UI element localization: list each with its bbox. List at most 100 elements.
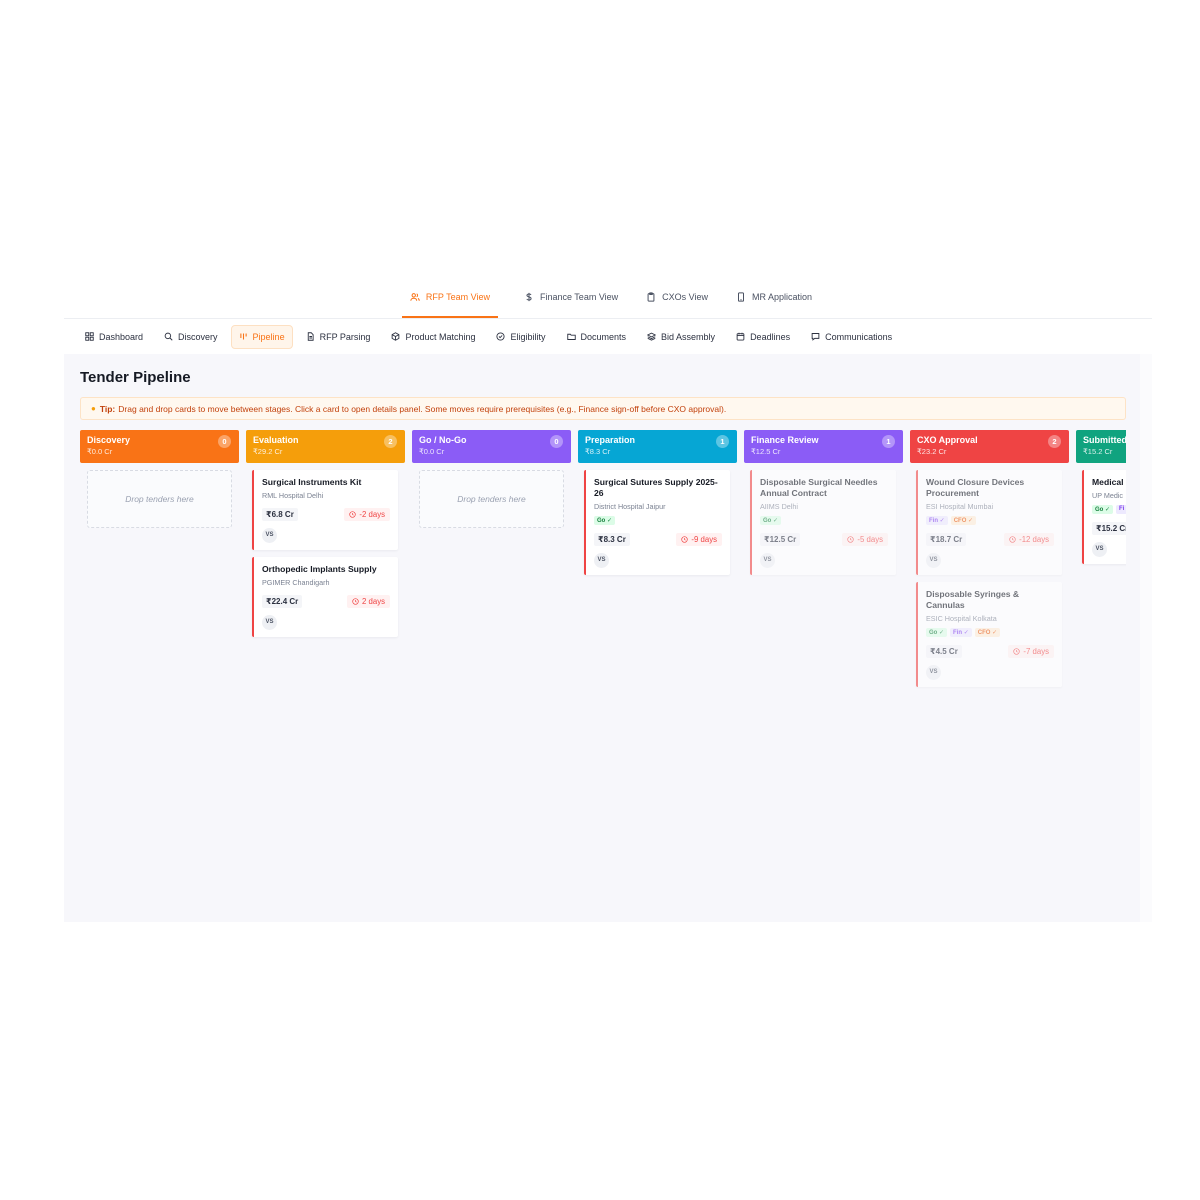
stage-name: Preparation xyxy=(585,435,636,445)
view-tab-finance-team-view[interactable]: Finance Team View xyxy=(522,288,620,318)
tender-card[interactable]: Orthopedic Implants Supply PGIMER Chandig… xyxy=(252,557,398,637)
stage-header: Go / No-Go ₹0.0 Cr 0 xyxy=(412,430,571,463)
clock-icon xyxy=(1009,536,1016,543)
stage-header: Submitted₹15.2 Cr1 xyxy=(1076,430,1126,463)
view-tab-label: Finance Team View xyxy=(539,292,619,302)
view-tab-rfp-team-view[interactable]: RFP Team View xyxy=(401,288,498,318)
kanban-board: Discovery ₹0.0 Cr 0 Drop tenders here Evalua… xyxy=(80,430,1126,687)
stage-count-badge: 1 xyxy=(716,435,729,448)
deadline-badge: -12 days xyxy=(1004,533,1054,546)
message-icon xyxy=(811,332,820,341)
calendar-icon xyxy=(736,332,745,341)
nav-item-label: Discovery xyxy=(178,331,218,342)
tender-organization: UP Medic xyxy=(1092,491,1124,500)
tender-card[interactable]: Disposable Syringes & Cannulas ESIC Hospi… xyxy=(916,582,1062,687)
phone-icon xyxy=(736,292,746,302)
deadline-days: -5 days xyxy=(857,535,883,544)
tender-card[interactable]: Surgical Sutures Supply 2025-26 District … xyxy=(584,470,730,575)
stage-count-badge: 0 xyxy=(218,435,231,448)
nav-item-product-matching[interactable]: Product Matching xyxy=(383,325,483,349)
nav-item-label: Eligibility xyxy=(510,331,546,342)
stage-total-value: ₹12.5 Cr xyxy=(751,447,781,456)
app-window: RFP Team View Finance Team View CXOs View M… xyxy=(64,278,1152,922)
nav-item-bid-assembly[interactable]: Bid Assembly xyxy=(639,325,723,349)
nav-item-discovery[interactable]: Discovery xyxy=(156,325,226,349)
tender-card[interactable]: Surgical Instruments Kit RML Hospital Del… xyxy=(252,470,398,550)
tender-card[interactable]: Wound Closure Devices Procurement ESI Hos… xyxy=(916,470,1062,575)
card-meta-row: ₹12.5 Cr -5 days xyxy=(760,533,888,546)
nav-item-rfp-parsing[interactable]: RFP Parsing xyxy=(298,325,379,349)
assignee-avatar[interactable]: VS xyxy=(262,615,277,630)
view-tabs: RFP Team View Finance Team View CXOs View M… xyxy=(64,278,1152,319)
approval-chip-fin: Fin ✓ xyxy=(926,516,948,525)
stage-total-value: ₹0.0 Cr xyxy=(87,447,113,456)
layers-icon xyxy=(647,332,657,341)
tender-card[interactable]: Disposable Surgical Needles Annual Contr… xyxy=(750,470,896,575)
stage-column-finance-review: Finance Review ₹12.5 Cr 1 Disposable Surgic… xyxy=(744,430,903,687)
approval-chips: Go ✓ xyxy=(594,516,722,525)
deadline-badge: -2 days xyxy=(344,508,390,521)
stage-column-discovery: Discovery ₹0.0 Cr 0 Drop tenders here xyxy=(80,430,239,687)
tender-value: ₹4.5 Cr xyxy=(926,645,962,658)
assignee-avatar[interactable]: VS xyxy=(926,665,941,680)
nav-item-pipeline[interactable]: Pipeline xyxy=(230,324,293,349)
assignee-avatar[interactable]: VS xyxy=(262,528,277,543)
tip-banner: ● Tip: Drag and drop cards to move betwe… xyxy=(80,397,1126,420)
stage-name: Discovery xyxy=(87,435,131,445)
stage-column-preparation: Preparation ₹8.3 Cr 1 Surgical Sutures Supp… xyxy=(578,430,737,687)
tender-organization: ESIC Hospital Kolkata xyxy=(926,614,997,623)
drop-zone[interactable]: Drop tenders here xyxy=(419,470,564,528)
stage-header: Discovery ₹0.0 Cr 0 xyxy=(80,430,239,463)
deadline-days: 2 days xyxy=(362,597,385,606)
board-scroll[interactable]: Discovery ₹0.0 Cr 0 Drop tenders here Evalua… xyxy=(80,430,1126,910)
approval-chips: Go ✓ Fin ✓ CFO ✓ xyxy=(926,628,1054,637)
nav-item-deadlines[interactable]: Deadlines xyxy=(728,325,798,349)
drop-zone[interactable]: Drop tenders here xyxy=(87,470,232,528)
card-meta-row: ₹18.7 Cr -12 days xyxy=(926,533,1054,546)
approval-chip-go: Go ✓ xyxy=(760,516,782,525)
nav-item-documents[interactable]: Documents xyxy=(559,325,635,349)
card-meta-row: ₹6.8 Cr -2 days xyxy=(262,508,390,521)
tender-value: ₹6.8 Cr xyxy=(262,508,298,521)
stage-column-submitted: Submitted₹15.2 Cr1Medical SupplyUP Medic… xyxy=(1076,430,1126,687)
stage-count-badge: 1 xyxy=(882,435,895,448)
nav-item-communications[interactable]: Communications xyxy=(803,325,900,349)
nav-item-label: Bid Assembly xyxy=(661,331,716,342)
view-tab-mr-application[interactable]: MR Application xyxy=(734,288,814,318)
tender-card[interactable]: Medical Supply UP Medic Go ✓Fi ₹15.2 Cr VS xyxy=(1082,470,1126,564)
search-icon xyxy=(164,332,173,341)
view-tab-label: RFP Team View xyxy=(425,292,490,302)
page-title: Tender Pipeline xyxy=(80,369,191,386)
deadline-badge: -7 days xyxy=(1008,645,1054,658)
file-icon xyxy=(306,332,315,341)
nav-item-dashboard[interactable]: Dashboard xyxy=(77,325,151,349)
nav-item-eligibility[interactable]: Eligibility xyxy=(488,325,553,349)
stage-name: Evaluation xyxy=(253,435,299,445)
grid-icon xyxy=(85,332,94,341)
assignee-avatar[interactable]: VS xyxy=(926,553,941,568)
dollar-icon xyxy=(524,292,534,302)
approval-chip-cfo: CFO ✓ xyxy=(950,516,977,525)
deadline-days: -7 days xyxy=(1023,647,1049,656)
stage-total-value: ₹0.0 Cr xyxy=(419,447,445,456)
stage-total-value: ₹23.2 Cr xyxy=(917,447,947,456)
approval-chip-fin: Fin ✓ xyxy=(950,628,972,637)
nav-item-label: RFP Parsing xyxy=(319,331,371,342)
approval-chip-cfo: CFO ✓ xyxy=(974,628,1001,637)
deadline-badge: -5 days xyxy=(842,533,888,546)
tender-value: ₹18.7 Cr xyxy=(926,533,967,546)
approval-chip-go: Go ✓ xyxy=(1092,505,1114,514)
view-tab-cxos-view[interactable]: CXOs View xyxy=(644,288,710,318)
stage-count-badge: 2 xyxy=(384,435,397,448)
stage-total-value: ₹15.2 Cr xyxy=(1083,447,1113,456)
assignee-avatar[interactable]: VS xyxy=(760,553,775,568)
view-tab-label: CXOs View xyxy=(662,292,709,302)
tender-value: ₹8.3 Cr xyxy=(594,533,630,546)
assignee-avatar[interactable]: VS xyxy=(1092,542,1107,557)
stage-total-value: ₹8.3 Cr xyxy=(585,447,611,456)
deadline-days: -12 days xyxy=(1019,535,1049,544)
assignee-avatar[interactable]: VS xyxy=(594,553,609,568)
approval-chip-fin: Fi xyxy=(1116,505,1126,514)
stage-header: Preparation ₹8.3 Cr 1 xyxy=(578,430,737,463)
deadline-days: -9 days xyxy=(691,535,717,544)
